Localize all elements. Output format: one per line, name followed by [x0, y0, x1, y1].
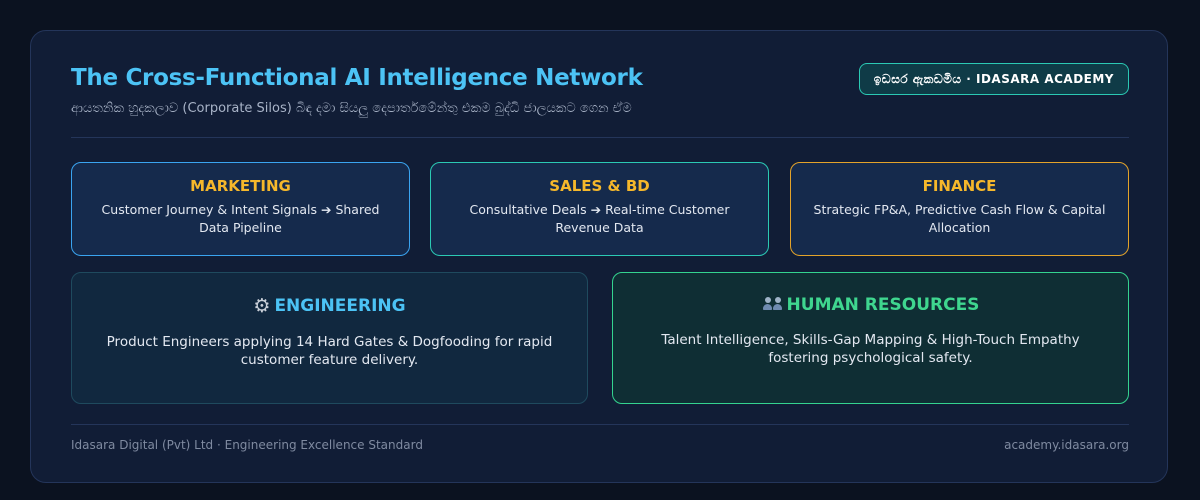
footer-divider — [71, 424, 1129, 425]
page-title: The Cross-Functional AI Intelligence Net… — [71, 65, 643, 91]
finance-title: FINANCE — [922, 177, 997, 195]
hr-card: HUMAN RESOURCES Talent Intelligence, Ski… — [612, 272, 1129, 404]
header-divider — [71, 137, 1129, 138]
engineering-card: ⚙ ENGINEERING Product Engineers applying … — [71, 272, 588, 404]
sales-description: Consultative Deals ➔ Real-time Customer … — [469, 202, 730, 235]
sales-card: SALES & BD Consultative Deals ➔ Real-tim… — [430, 162, 769, 256]
hr-title: HUMAN RESOURCES — [786, 295, 980, 315]
footer-company: Idasara Digital (Pvt) Ltd · Engineering … — [71, 438, 423, 452]
sales-title: SALES & BD — [549, 177, 650, 195]
gear-icon: ⚙ — [253, 295, 271, 317]
marketing-title: MARKETING — [190, 177, 291, 195]
finance-card: FINANCE Strategic FP&A, Predictive Cash … — [790, 162, 1129, 256]
engineering-description: Product Engineers applying 14 Hard Gates… — [106, 334, 553, 368]
page-subtitle: ආයතනික හුදකලාව (Corporate Silos) බිඳ දමා… — [71, 101, 632, 116]
finance-description: Strategic FP&A, Predictive Cash Flow & C… — [813, 202, 1106, 235]
hr-description: Talent Intelligence, Skills-Gap Mapping … — [661, 332, 1080, 366]
engineering-title: ENGINEERING — [274, 296, 406, 316]
academy-badge: ඉඩසර ඇකඩමිය · IDASARA ACADEMY — [858, 63, 1129, 95]
footer-url: academy.idasara.org — [1004, 438, 1129, 452]
marketing-description: Customer Journey & Intent Signals ➔ Shar… — [101, 202, 380, 235]
network-panel: The Cross-Functional AI Intelligence Net… — [30, 30, 1168, 483]
people-icon — [762, 296, 784, 312]
marketing-card: MARKETING Customer Journey & Intent Sign… — [71, 162, 410, 256]
